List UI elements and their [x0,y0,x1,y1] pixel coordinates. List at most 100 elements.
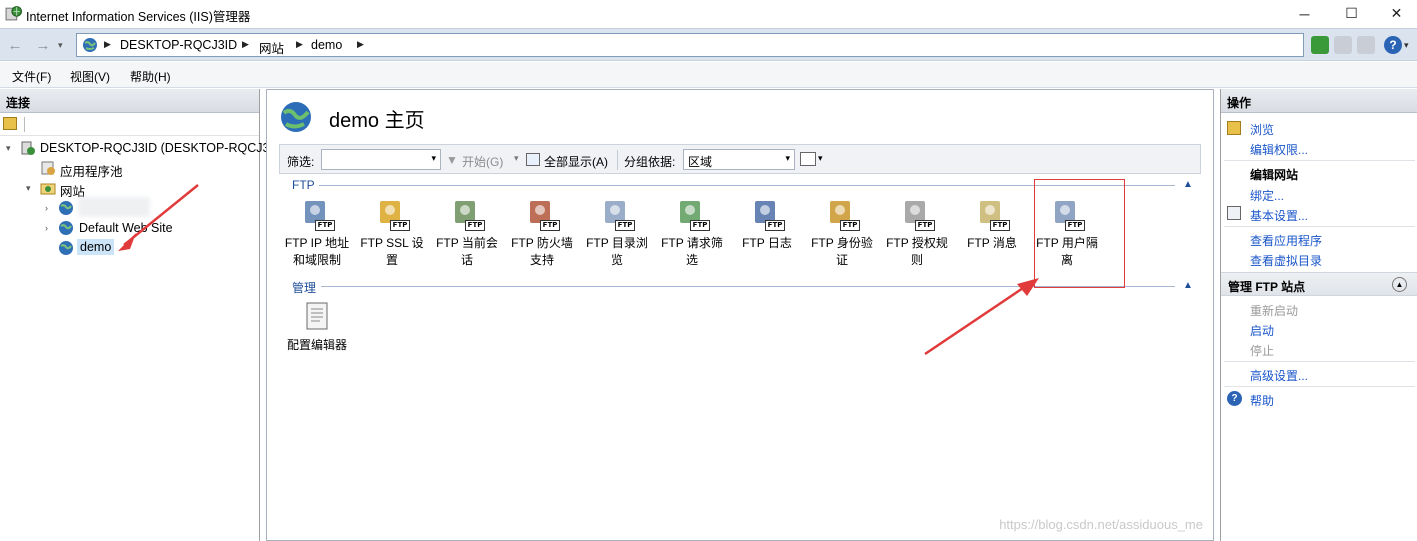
close-button[interactable]: ✕ [1374,0,1417,27]
feature-messages[interactable]: FTP FTP 消息 [956,198,1028,252]
sessions-icon: FTP [451,198,485,231]
action-basic-settings[interactable]: 基本设置... [1250,207,1308,224]
annotation-arrow [924,278,1039,356]
ip-restriction-icon: FTP [301,198,335,231]
back-button[interactable]: ← [4,34,26,56]
manage-ftp-site-title: 管理 FTP 站点 [1228,280,1306,294]
crumb-arrow-icon: ▶ [242,39,249,49]
feature-sessions[interactable]: FTP FTP 当前会话 [431,198,503,269]
action-restart[interactable]: 重新启动 [1250,302,1298,319]
start-dropdown-icon[interactable]: ▾ [514,153,519,164]
feature-label: FTP 请求筛选 [661,236,723,267]
view-mode-icon[interactable] [800,152,816,166]
action-view-virtual-dirs[interactable]: 查看虚拟目录 [1250,252,1322,269]
home-icon[interactable] [1357,36,1375,54]
start-filter-button[interactable]: 开始(G) [462,153,503,170]
refresh-icon[interactable] [1311,36,1329,54]
feature-label: 配置编辑器 [286,338,347,352]
authentication-icon: FTP [826,198,860,231]
filter-input[interactable]: ▾ [321,149,441,170]
crumb-arrow-icon: ▶ [296,39,303,49]
feature-label: FTP 目录浏览 [586,236,648,267]
feature-log[interactable]: FTP FTP 日志 [731,198,803,252]
collapse-group-icon[interactable]: ▲ [1183,280,1193,291]
feature-authorization[interactable]: FTP FTP 授权规则 [881,198,953,269]
view-mode-dropdown-icon[interactable]: ▾ [818,153,823,164]
log-icon: FTP [751,198,785,231]
connections-header: 连接 [0,89,259,113]
manage-ftp-site-header: 管理 FTP 站点 [1221,272,1417,296]
ssl-lock-icon: FTP [376,198,410,231]
group-by-select[interactable]: 区域 ▾ [683,149,795,170]
action-view-applications[interactable]: 查看应用程序 [1250,232,1322,249]
feature-request-filter[interactable]: FTP FTP 请求筛选 [656,198,728,269]
action-stop[interactable]: 停止 [1250,342,1274,359]
action-advanced-settings[interactable]: 高级设置... [1250,367,1308,384]
ftp-badge: FTP [765,220,785,231]
separator [1224,226,1415,227]
annotation-highlight-box [1034,179,1125,288]
feature-label: FTP 当前会话 [436,236,498,267]
breadcrumb-server[interactable]: DESKTOP-RQCJ3ID [120,38,237,52]
feature-firewall[interactable]: FTP FTP 防火墙支持 [506,198,578,269]
action-edit-permissions[interactable]: 编辑权限... [1250,141,1308,158]
connections-toolbar [0,114,259,136]
feature-authentication[interactable]: FTP FTP 身份验证 [806,198,878,269]
iis-app-icon [5,6,22,21]
help-icon[interactable]: ? [1384,36,1402,54]
minimize-button[interactable]: ─ [1282,0,1327,27]
feature-config-editor[interactable]: 配置编辑器 [281,300,353,354]
actions-pane: 操作 浏览 编辑权限... 编辑网站 绑定... 基本设置... 查看应用程序 … [1220,89,1417,541]
tree-item-app-pools[interactable]: 应用程序池 [60,161,123,180]
back-arrow-icon: ← [7,36,23,54]
feature-label: FTP IP 地址和域限制 [284,236,350,267]
feature-view-pane: demo 主页 筛选: ▾ ▼ 开始(G) ▾ 全部显示(A) 分组依据: 区域… [266,89,1214,541]
feature-ssl-lock[interactable]: FTP FTP SSL 设置 [356,198,428,269]
directory-browse-icon: FTP [601,198,635,231]
menu-file[interactable]: 文件(F) [12,68,51,85]
expand-site-icon[interactable]: › [45,203,48,213]
help-icon: ? [1227,391,1242,406]
maximize-button[interactable]: ☐ [1329,0,1374,27]
action-browse[interactable]: 浏览 [1250,121,1274,138]
browse-icon [1227,121,1241,135]
filter-label: 筛选: [287,155,315,169]
group-by-label: 分组依据: [624,155,676,169]
ftp-badge: FTP [840,220,860,231]
tree-item-server[interactable]: DESKTOP-RQCJ3ID (DESKTOP-RQCJ3 [40,141,269,155]
ftp-badge: FTP [615,220,635,231]
breadcrumb-demo[interactable]: demo [311,38,342,52]
annotation-arrow [118,184,199,251]
feature-label: FTP 日志 [742,236,792,250]
action-help[interactable]: 帮助 [1250,392,1274,409]
menu-view[interactable]: 视图(V) [70,68,110,85]
collapse-server-icon[interactable]: ▾ [6,143,11,154]
ftp-badge: FTP [690,220,710,231]
tree-item-demo[interactable]: demo [77,239,115,255]
help-dropdown-icon[interactable]: ▾ [1404,40,1409,51]
collapse-sites-icon[interactable]: ▾ [26,183,31,194]
action-start[interactable]: 启动 [1250,322,1274,339]
server-icon [21,141,35,155]
forward-button[interactable]: → [32,34,54,56]
crumb-arrow-icon: ▶ [104,39,111,49]
title-bar: Internet Information Services (IIS)管理器 ─… [0,0,1417,27]
action-bindings[interactable]: 绑定... [1250,187,1284,204]
connect-icon[interactable] [3,117,17,130]
edit-site-heading: 编辑网站 [1250,168,1299,182]
history-dropdown-icon[interactable]: ▾ [58,40,63,51]
address-bar[interactable]: ▶ DESKTOP-RQCJ3ID ▶ 网站 ▶ demo ▶ [76,33,1304,57]
separator [1224,361,1415,362]
show-all-icon [526,153,540,166]
site-home-globe-icon [281,102,311,132]
dropdown-arrow-icon: ▾ [431,153,436,163]
collapse-section-icon[interactable]: ▲ [1392,277,1407,292]
stop-icon[interactable] [1334,36,1352,54]
breadcrumb-sites[interactable]: 网站 [259,38,284,57]
feature-ip-restriction[interactable]: FTP FTP IP 地址和域限制 [281,198,353,269]
feature-directory-browse[interactable]: FTP FTP 目录浏览 [581,198,653,269]
collapse-group-icon[interactable]: ▲ [1183,179,1193,190]
show-all-button[interactable]: 全部显示(A) [544,153,608,170]
expand-site-icon[interactable]: › [45,223,48,233]
menu-help[interactable]: 帮助(H) [130,68,171,85]
